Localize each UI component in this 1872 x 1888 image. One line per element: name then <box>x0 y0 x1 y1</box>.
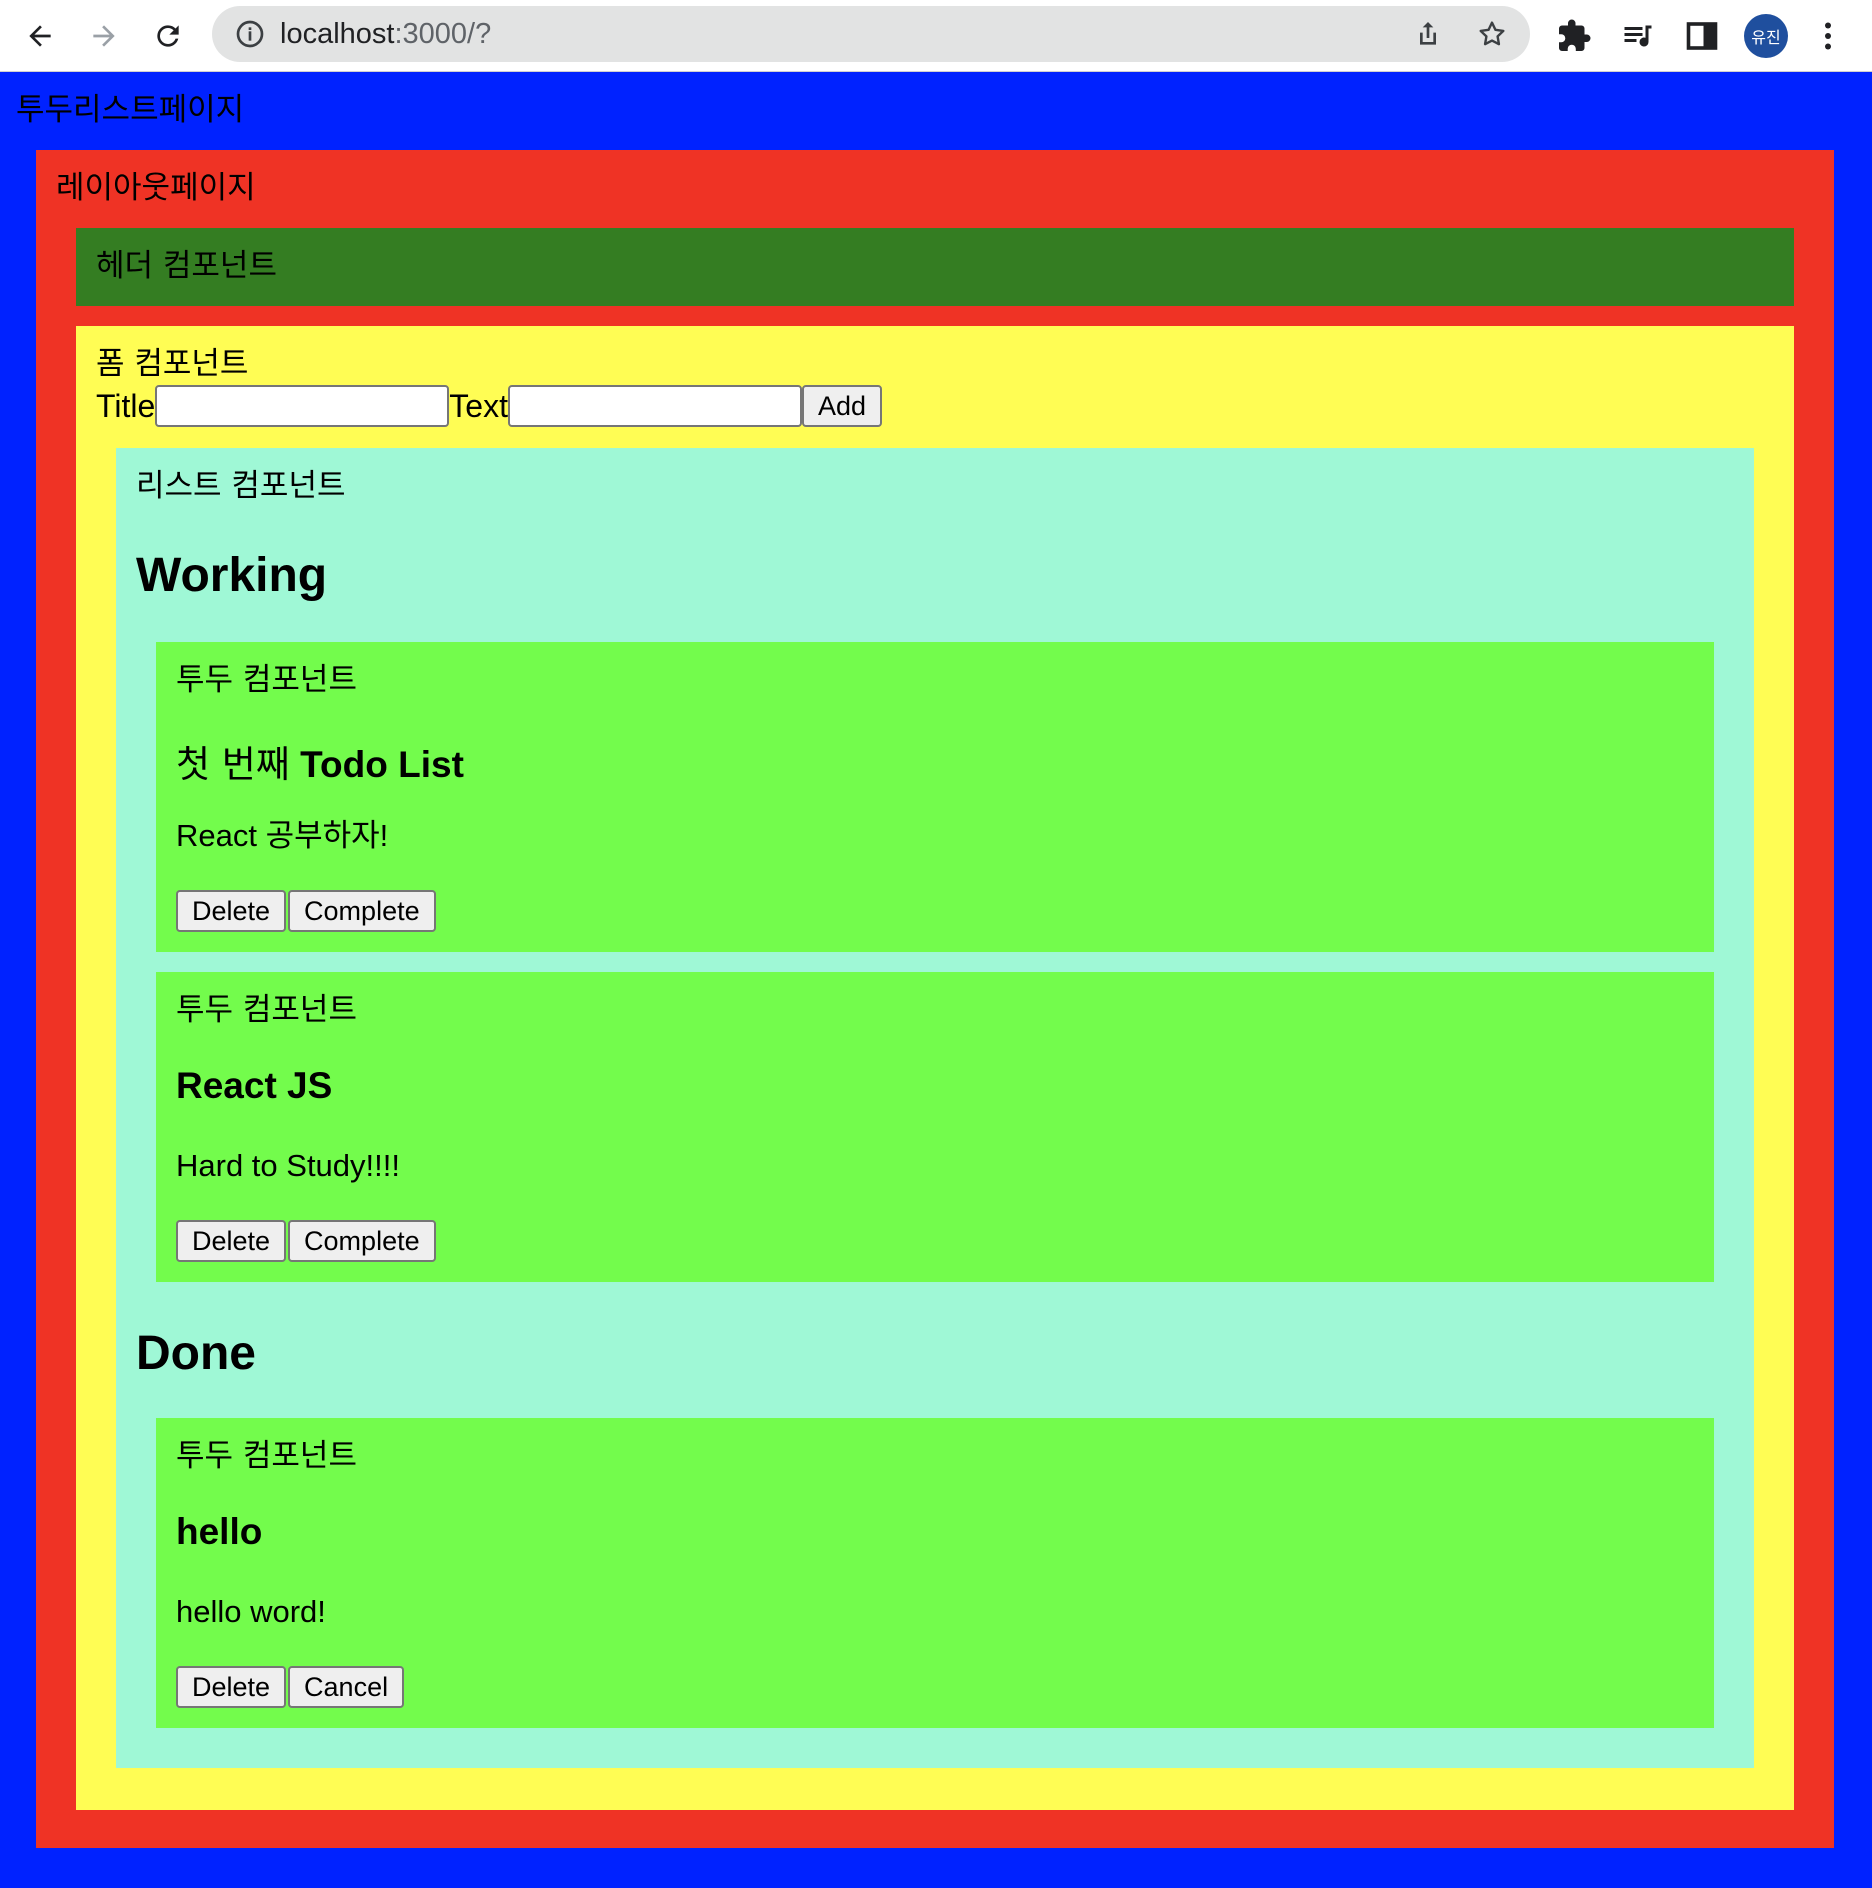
title-label: Title <box>96 388 156 424</box>
delete-button[interactable]: Delete <box>176 1666 287 1708</box>
text-label: Text <box>449 388 508 424</box>
address-bar[interactable]: localhost:3000/? <box>212 6 1530 62</box>
todo-body: Hard to Study!!!! <box>176 1148 400 1183</box>
todo-title-text: hello <box>176 1511 263 1552</box>
page-viewport: 투두리스트페이지 레이아웃페이지 헤더 컴포넌트 폼 컴포넌트 Title Te… <box>0 72 1872 1888</box>
todo-title-text: React JS <box>176 1065 333 1106</box>
todo-page-title: 투두리스트페이지 <box>16 92 245 128</box>
more-menu-icon[interactable] <box>1810 18 1846 54</box>
delete-button[interactable]: Delete <box>176 1220 287 1262</box>
todo-actions: Delete Complete <box>176 1220 436 1262</box>
todo-title-text: Todo List <box>300 744 464 785</box>
add-button[interactable]: Add <box>801 385 882 427</box>
complete-button[interactable]: Complete <box>288 890 436 932</box>
list-component: 리스트 컴포넌트 Working 투두 컴포넌트 첫 번째 Todo List … <box>116 448 1754 1768</box>
star-icon[interactable] <box>1476 18 1508 50</box>
todo-body: React 공부하자! <box>176 818 389 853</box>
todo-actions: Delete Cancel <box>176 1666 405 1708</box>
working-heading: Working <box>136 549 328 602</box>
url-host: localhost <box>280 18 395 50</box>
media-controls-icon[interactable] <box>1620 18 1656 54</box>
todo-title: 첫 번째 Todo List <box>176 734 464 788</box>
form-title: 폼 컴포넌트 <box>96 346 249 382</box>
delete-button[interactable]: Delete <box>176 890 287 932</box>
text-input[interactable] <box>507 385 802 427</box>
profile-avatar[interactable]: 유진 <box>1744 14 1788 58</box>
reload-button[interactable] <box>140 8 196 64</box>
todo-title: React JS <box>176 1064 332 1107</box>
header-title: 헤더 컴포넌트 <box>96 248 277 284</box>
complete-button[interactable]: Complete <box>288 1220 436 1262</box>
done-heading: Done <box>136 1327 256 1380</box>
layout-page-title: 레이아웃페이지 <box>56 170 256 206</box>
forward-button[interactable] <box>76 8 132 64</box>
form-component: 폼 컴포넌트 Title Text Add 리스트 컴포넌트 Working 투… <box>76 326 1794 1810</box>
arrow-left-icon <box>29 25 51 47</box>
layout-page: 레이아웃페이지 헤더 컴포넌트 폼 컴포넌트 Title Text Add 리스… <box>36 150 1834 1848</box>
todo-component-label: 투두 컴포넌트 <box>176 992 357 1028</box>
url-path: :3000/? <box>394 18 492 50</box>
todo-title: hello <box>176 1510 262 1553</box>
todo-component-label: 투두 컴포넌트 <box>176 1438 357 1474</box>
list-title: 리스트 컴포넌트 <box>136 468 346 504</box>
todo-page: 투두리스트페이지 레이아웃페이지 헤더 컴포넌트 폼 컴포넌트 Title Te… <box>0 72 1872 1888</box>
extensions-icon[interactable] <box>1556 18 1592 54</box>
todo-card: 투두 컴포넌트 React JS Hard to Study!!!! Delet… <box>156 972 1714 1282</box>
todo-actions: Delete Complete <box>176 890 436 932</box>
todo-component-label: 투두 컴포넌트 <box>176 662 357 698</box>
todo-title-prefix: 첫 번째 <box>176 743 290 786</box>
browser-toolbar: localhost:3000/? 유진 <box>0 0 1872 72</box>
url-text[interactable]: localhost:3000/? <box>280 6 491 62</box>
info-icon[interactable] <box>234 18 266 50</box>
share-icon[interactable] <box>1412 18 1444 50</box>
side-panel-icon[interactable] <box>1684 18 1720 54</box>
todo-card: 투두 컴포넌트 첫 번째 Todo List React 공부하자! Delet… <box>156 642 1714 952</box>
cancel-button[interactable]: Cancel <box>288 1666 405 1708</box>
todo-body: hello word! <box>176 1594 326 1629</box>
header-component: 헤더 컴포넌트 <box>76 228 1794 306</box>
todo-card: 투두 컴포넌트 hello hello word! Delete Cancel <box>156 1418 1714 1728</box>
arrow-right-icon <box>93 25 115 47</box>
reload-icon <box>157 25 179 47</box>
title-input[interactable] <box>155 385 450 427</box>
back-button[interactable] <box>12 8 68 64</box>
form-row: Title Text Add <box>96 384 882 428</box>
